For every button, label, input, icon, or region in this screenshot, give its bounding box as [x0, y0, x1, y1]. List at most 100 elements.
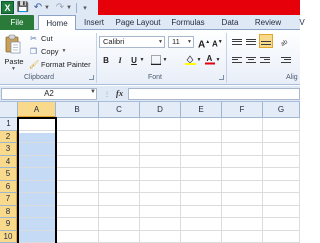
indent-icon[interactable]: [280, 55, 292, 65]
excel-logo-icon[interactable]: X: [1, 1, 14, 14]
column-header-e[interactable]: E: [181, 102, 222, 118]
shrink-font-button[interactable]: A▼: [212, 37, 223, 49]
tab-home[interactable]: Home: [38, 15, 76, 31]
font-group-label: Font: [148, 74, 163, 81]
paste-button[interactable]: Paste ▼: [3, 33, 25, 73]
ribbon-tabs: File Home Insert Page Layout Formulas Da…: [0, 15, 305, 31]
excel-logo-letter: X: [4, 2, 11, 13]
format-painter-label: Format Painter: [41, 59, 91, 69]
copy-dropdown-icon[interactable]: ▼: [62, 48, 67, 54]
paste-icon: [5, 34, 21, 54]
gridline: [18, 192, 300, 193]
orientation-icon[interactable]: ab: [280, 35, 294, 48]
tab-insert[interactable]: Insert: [80, 15, 108, 30]
gridline: [18, 217, 300, 218]
gridline: [18, 129, 300, 131]
cut-button[interactable]: ✂ Cut: [29, 33, 53, 43]
clipboard-group-label: Clipboard: [24, 74, 54, 81]
tab-view[interactable]: V: [292, 15, 312, 30]
align-bottom-icon[interactable]: [259, 34, 273, 48]
redo-icon[interactable]: ↷: [54, 1, 66, 14]
font-name-combo[interactable]: Calibri ▼: [99, 36, 165, 48]
column-header-c[interactable]: C: [99, 102, 140, 118]
clipboard-dialog-launcher[interactable]: [89, 75, 94, 80]
row-header-1[interactable]: 1: [0, 118, 18, 131]
align-center-icon[interactable]: [245, 55, 257, 65]
fill-color-icon[interactable]: [184, 54, 196, 65]
paste-label: Paste: [4, 57, 24, 66]
column-header-a[interactable]: A: [18, 102, 56, 118]
selection-border: [17, 117, 57, 243]
tab-page-layout[interactable]: Page Layout: [114, 15, 162, 30]
ribbon: Paste ▼ ✂ Cut ❐ Copy ▼ 🖌 Format Painter …: [0, 30, 300, 85]
font-color-icon[interactable]: A: [205, 53, 215, 65]
tab-formulas[interactable]: Formulas: [168, 15, 208, 30]
align-top-icon[interactable]: [231, 37, 243, 47]
alignment-group-label: Alig: [286, 74, 298, 81]
formula-bar-grip-icon[interactable]: ⋮: [104, 91, 110, 98]
borders-icon[interactable]: [150, 55, 162, 66]
column-header-g[interactable]: G: [263, 102, 300, 118]
align-middle-icon[interactable]: [245, 37, 257, 47]
svg-text:A: A: [207, 54, 213, 63]
title-bar: [98, 0, 300, 15]
bold-button[interactable]: B: [101, 55, 111, 66]
font-size-dropdown-icon[interactable]: ▼: [187, 37, 192, 47]
font-size-combo[interactable]: 11 ▼: [168, 36, 194, 48]
row-header-4[interactable]: 4: [0, 155, 18, 168]
gridline: [180, 118, 181, 243]
gridline: [18, 229, 300, 231]
gridline: [18, 204, 300, 206]
font-name-dropdown-icon[interactable]: ▼: [158, 37, 163, 47]
paste-dropdown-icon[interactable]: ▼: [11, 66, 16, 72]
gridline: [262, 118, 263, 243]
tab-review[interactable]: Review: [251, 15, 285, 30]
fill-color-dropdown-icon[interactable]: ▼: [196, 55, 202, 66]
row-header-9[interactable]: 9: [0, 218, 18, 231]
row-header-3[interactable]: 3: [0, 143, 18, 156]
insert-function-icon[interactable]: fx: [116, 88, 123, 98]
row-header-5[interactable]: 5: [0, 168, 18, 181]
copy-label: Copy: [41, 46, 59, 56]
format-painter-button[interactable]: 🖌 Format Painter: [29, 59, 91, 69]
column-header-d[interactable]: D: [140, 102, 181, 118]
gridline: [18, 142, 300, 143]
gridline: [299, 118, 300, 243]
align-right-icon[interactable]: [259, 55, 271, 65]
font-color-dropdown-icon[interactable]: ▼: [215, 55, 221, 66]
undo-dropdown-icon[interactable]: ▼: [44, 1, 50, 14]
name-box[interactable]: A2: [1, 88, 97, 100]
grow-font-button[interactable]: A▲: [198, 37, 210, 50]
row-header-10[interactable]: 10: [0, 230, 18, 243]
gridline: [18, 167, 300, 168]
customize-qat-icon[interactable]: ▾: [80, 1, 90, 14]
undo-icon[interactable]: ↶: [32, 1, 44, 14]
row-header-2[interactable]: 2: [0, 130, 18, 143]
font-dialog-launcher[interactable]: [219, 75, 224, 80]
tab-file[interactable]: File: [0, 15, 34, 30]
underline-dropdown-icon[interactable]: ▼: [139, 55, 145, 66]
underline-button[interactable]: U: [129, 55, 139, 66]
worksheet-grid[interactable]: ABCDEFG 1 2 3 4 5 6 7 8 9 10: [0, 102, 300, 243]
gridline: [18, 179, 300, 181]
column-header-b[interactable]: B: [56, 102, 99, 118]
gridline: [139, 118, 140, 243]
copy-button[interactable]: ❐ Copy ▼: [29, 46, 67, 56]
qat-divider: [76, 3, 77, 13]
name-box-dropdown-icon[interactable]: ▼: [90, 89, 96, 95]
save-icon[interactable]: 💾: [17, 1, 29, 14]
formula-input[interactable]: [128, 88, 300, 100]
row-header-8[interactable]: 8: [0, 205, 18, 218]
tab-data[interactable]: Data: [218, 15, 242, 30]
column-header-f[interactable]: F: [222, 102, 263, 118]
row-header-7[interactable]: 7: [0, 193, 18, 206]
align-left-icon[interactable]: [231, 55, 243, 65]
svg-text:ab: ab: [280, 39, 289, 46]
borders-dropdown-icon[interactable]: ▼: [162, 55, 168, 66]
italic-button[interactable]: I: [115, 55, 125, 66]
row-header-6[interactable]: 6: [0, 180, 18, 193]
redo-dropdown-icon[interactable]: ▼: [66, 1, 72, 14]
cut-label: Cut: [41, 33, 53, 43]
gridline: [221, 118, 222, 243]
select-all-corner[interactable]: [0, 102, 18, 118]
